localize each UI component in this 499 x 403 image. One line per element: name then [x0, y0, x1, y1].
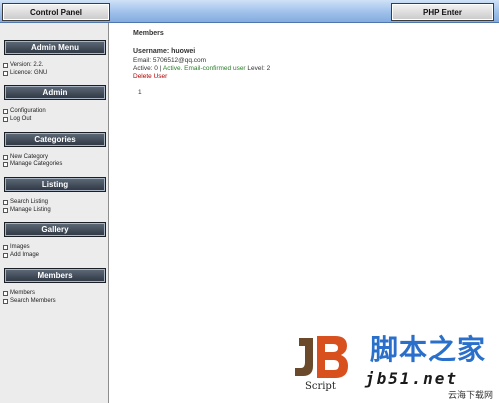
sidebar-item-licence: Licence: GNU	[3, 70, 47, 76]
bullet-icon	[3, 62, 8, 68]
watermark-script-label: Script	[305, 381, 336, 392]
sidebar-item-version: Version: 2.2.	[3, 62, 43, 68]
sidebar-item-new-category[interactable]: New Category	[3, 154, 48, 160]
active-count: Active: 0 |	[133, 65, 163, 72]
sidebar-item-add-image[interactable]: Add Image	[3, 252, 39, 258]
sidebar: Admin Menu Version: 2.2. Licence: GNU Ad…	[0, 23, 109, 403]
bullet-icon	[3, 70, 8, 76]
section-title-categories: Categories	[4, 132, 106, 147]
bullet-icon	[3, 161, 8, 167]
bullet-icon	[3, 108, 8, 114]
sidebar-item-search-members[interactable]: Search Members	[3, 298, 56, 304]
watermark-chinese-name: 脚本之家	[370, 333, 487, 366]
bullet-icon	[3, 252, 8, 258]
bullet-icon	[3, 207, 8, 213]
page-number[interactable]: 1	[138, 89, 142, 96]
watermark-url: jb51.net	[365, 369, 459, 388]
sidebar-item-manage-categories[interactable]: Manage Categories	[3, 161, 62, 167]
bullet-icon	[3, 298, 8, 304]
sidebar-item-members[interactable]: Members	[3, 290, 35, 296]
top-header-bar: Control Panel PHP Enter	[0, 0, 499, 23]
username-label: Username: huowei	[133, 48, 196, 55]
sidebar-item-images[interactable]: Images	[3, 244, 30, 250]
php-enter-button[interactable]: PHP Enter	[391, 3, 494, 21]
sidebar-item-search-listing[interactable]: Search Listing	[3, 199, 48, 205]
jb-logo-icon	[295, 336, 348, 378]
control-panel-button[interactable]: Control Panel	[2, 3, 110, 21]
user-level: Level: 2	[245, 65, 271, 72]
section-title-gallery: Gallery	[4, 222, 106, 237]
sidebar-item-configuration[interactable]: Configuration	[3, 108, 46, 114]
email-line: Email: 5706512@qq.com	[133, 57, 207, 64]
bullet-icon	[3, 154, 8, 160]
section-title-admin: Admin	[4, 85, 106, 100]
watermark-chinese-sub: 云海下载网	[448, 390, 494, 400]
status-line: Active: 0 | Active. Email-confirmed user…	[133, 65, 270, 72]
sidebar-item-manage-listing[interactable]: Manage Listing	[3, 207, 51, 213]
delete-user-link[interactable]: Delete User	[133, 73, 167, 80]
bullet-icon	[3, 116, 8, 122]
section-title-members: Members	[4, 268, 106, 283]
page-title: Members	[133, 30, 164, 37]
section-title-listing: Listing	[4, 177, 106, 192]
section-title-admin-menu: Admin Menu	[4, 40, 106, 55]
sidebar-item-logout[interactable]: Log Out	[3, 116, 31, 122]
bullet-icon	[3, 290, 8, 296]
bullet-icon	[3, 244, 8, 250]
bullet-icon	[3, 199, 8, 205]
active-status: Active. Email-confirmed user	[162, 65, 246, 72]
